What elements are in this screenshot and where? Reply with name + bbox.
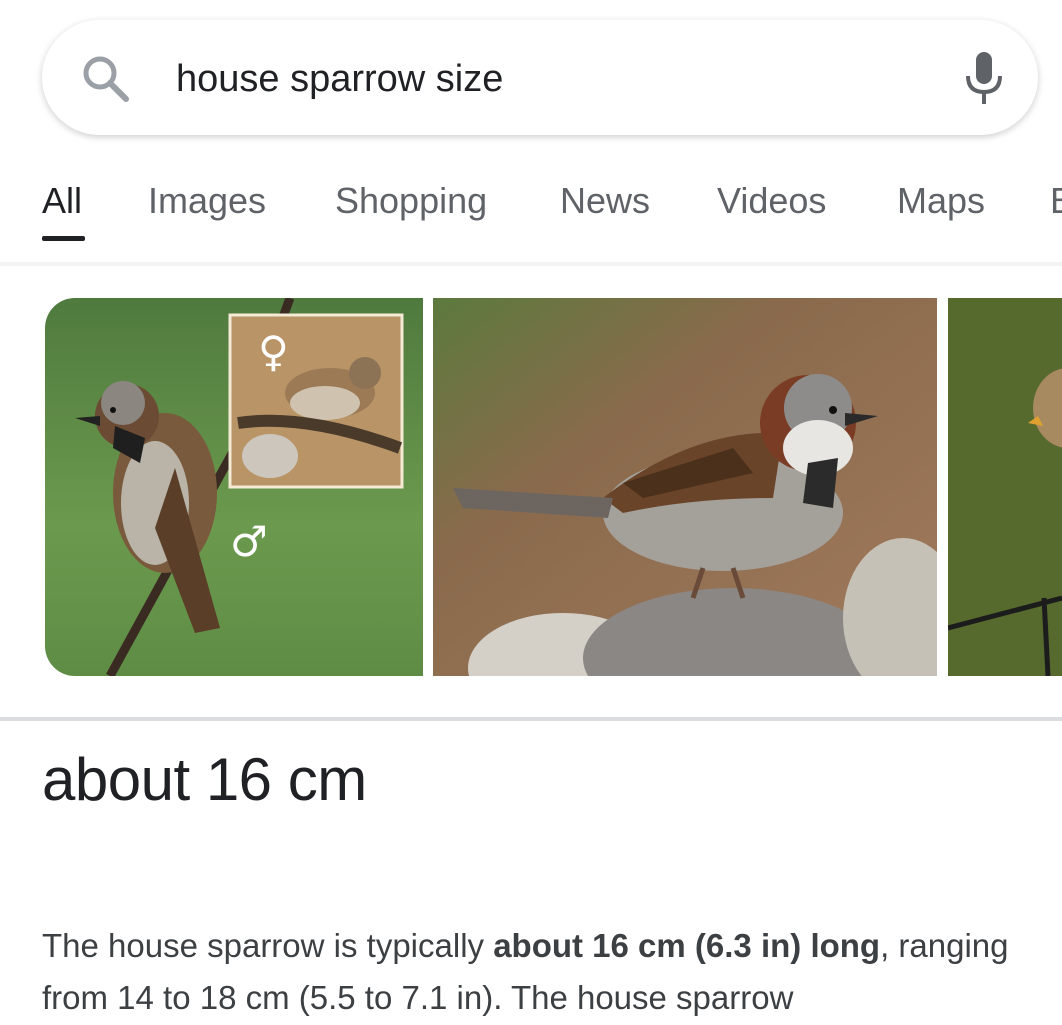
sparrow-image-1[interactable]: ♀ ♂ <box>45 298 423 676</box>
search-input[interactable]: house sparrow size <box>176 53 503 105</box>
tabs-divider <box>0 262 1062 266</box>
tab-images[interactable]: Images <box>148 180 266 222</box>
tab-all[interactable]: All <box>42 180 82 222</box>
sparrow-image-3[interactable] <box>948 298 1062 676</box>
description-bold: about 16 cm (6.3 in) long <box>493 927 881 964</box>
description-prefix: The house sparrow is typically <box>42 927 494 964</box>
tab-books[interactable]: B <box>1050 180 1062 222</box>
tab-maps[interactable]: Maps <box>897 180 985 222</box>
microphone-icon[interactable] <box>962 50 1006 108</box>
tab-videos[interactable]: Videos <box>717 180 826 222</box>
tab-shopping[interactable]: Shopping <box>335 180 487 222</box>
male-symbol: ♂ <box>230 517 268 566</box>
sparrow-image-2[interactable] <box>433 298 937 676</box>
image-carousel: ♀ ♂ <box>0 298 1062 678</box>
answer-description: The house sparrow is typically about 16 … <box>42 920 1042 1024</box>
section-divider <box>0 717 1062 721</box>
active-tab-indicator <box>42 236 85 241</box>
featured-answer: about 16 cm <box>42 746 367 813</box>
female-symbol: ♀ <box>258 327 289 376</box>
tab-news[interactable]: News <box>560 180 650 222</box>
search-tabs: All Images Shopping News Videos Maps B <box>0 170 1062 240</box>
search-icon[interactable] <box>80 53 132 105</box>
